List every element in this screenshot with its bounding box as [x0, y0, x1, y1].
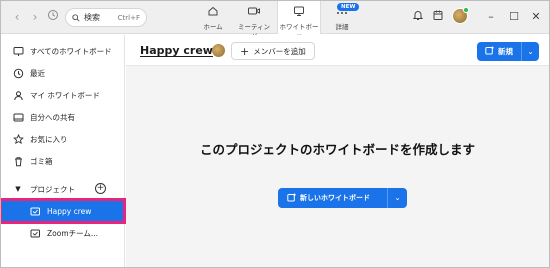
new-board-icon [287, 193, 296, 204]
folder-board-icon [29, 227, 41, 239]
sidebar-item-shared-with-me[interactable]: 自分への共有 [1, 106, 124, 128]
add-project-icon[interactable]: + [95, 183, 106, 194]
sidebar-item-my-whiteboards[interactable]: マイ ホワイトボード [1, 84, 124, 106]
sidebar-item-trash[interactable]: ゴミ箱 [1, 150, 124, 172]
sidebar-item-label: すべてのホワイトボード [30, 46, 112, 56]
project-header: Happy crew + メンバーを追加 新規 ⌄ [126, 35, 549, 66]
project-title[interactable]: Happy crew [140, 44, 213, 57]
project-label: Zoomチーム... [47, 228, 99, 238]
calendar-icon[interactable] [430, 9, 446, 25]
close-icon[interactable]: ✕ [529, 10, 543, 23]
plus-icon: + [240, 44, 250, 58]
chevron-down-icon[interactable]: ⌄ [522, 48, 539, 56]
folder-board-icon [29, 205, 41, 217]
new-whiteboard-button[interactable]: 新しいホワイトボード ⌄ [278, 188, 407, 208]
search-input[interactable]: 検索 Ctrl+F [65, 8, 147, 27]
projects-label: プロジェクト [30, 184, 75, 194]
tab-meetings[interactable]: ミーティング [235, 1, 273, 41]
history-icon[interactable] [45, 9, 61, 25]
board-icon [12, 45, 24, 57]
chevron-down-icon[interactable]: ⌄ [388, 194, 407, 202]
new-button-label: 新規 [498, 47, 513, 56]
new-whiteboard-main[interactable]: 新しいホワイトボード [278, 188, 388, 208]
trash-icon [12, 155, 24, 167]
sidebar-item-label: 自分への共有 [30, 112, 75, 122]
search-icon [72, 13, 80, 22]
tab-whiteboards[interactable]: ホワイトボード [277, 1, 321, 41]
bell-icon[interactable] [410, 9, 426, 25]
sidebar-item-favorites[interactable]: お気に入り [1, 128, 124, 150]
add-member-label: メンバーを追加 [253, 46, 306, 56]
maximize-icon[interactable]: ☐ [507, 10, 521, 23]
app-window: ‹ › 検索 Ctrl+F ホーム ミーティング ホワイトボード [0, 0, 550, 268]
shared-icon [12, 111, 24, 123]
new-whiteboard-label: 新しいホワイトボード [300, 194, 370, 202]
online-status-icon [463, 7, 469, 13]
new-badge: NEW [337, 3, 360, 11]
new-board-icon [485, 46, 494, 57]
star-icon [12, 133, 24, 145]
sidebar-item-label: 最近 [30, 68, 45, 78]
title-bar: ‹ › 検索 Ctrl+F ホーム ミーティング ホワイトボード [1, 1, 549, 41]
clock-icon [12, 67, 24, 79]
project-label: Happy crew [47, 206, 92, 216]
new-button-main[interactable]: 新規 [477, 42, 522, 61]
main-content: Happy crew + メンバーを追加 新規 ⌄ このプロジェクトのホワイトボ… [126, 35, 549, 267]
sidebar-item-label: ゴミ箱 [30, 156, 53, 166]
new-button[interactable]: 新規 ⌄ [477, 42, 539, 61]
search-shortcut: Ctrl+F [117, 13, 140, 22]
caret-down-icon: ▼ [15, 185, 21, 193]
sidebar-project-zoom-team[interactable]: Zoomチーム... [1, 222, 124, 244]
sidebar-item-all-whiteboards[interactable]: すべてのホワイトボード [1, 40, 124, 62]
minimize-icon[interactable]: – [484, 10, 498, 23]
member-avatar[interactable] [212, 44, 225, 57]
video-icon [235, 5, 273, 19]
forward-icon[interactable]: › [27, 9, 43, 25]
tab-home[interactable]: ホーム [194, 1, 232, 33]
sidebar-item-label: マイ ホワイトボード [30, 90, 100, 100]
tab-more-label: 詳細 [335, 23, 349, 31]
sidebar-item-label: お気に入り [30, 134, 68, 144]
whiteboard-icon [278, 5, 320, 19]
add-member-button[interactable]: + メンバーを追加 [231, 42, 315, 60]
back-icon[interactable]: ‹ [9, 9, 25, 25]
tab-home-label: ホーム [203, 23, 223, 31]
sidebar-item-recent[interactable]: 最近 [1, 62, 124, 84]
search-label: 検索 [84, 13, 100, 22]
sidebar-project-happy-crew[interactable]: Happy crew [1, 198, 126, 224]
sidebar: すべてのホワイトボード 最近 マイ ホワイトボード 自分への共有 お気に入り ゴ… [1, 35, 126, 267]
person-icon [12, 89, 24, 101]
empty-state-heading: このプロジェクトのホワイトボードを作成します [199, 142, 475, 157]
home-icon [194, 5, 232, 19]
